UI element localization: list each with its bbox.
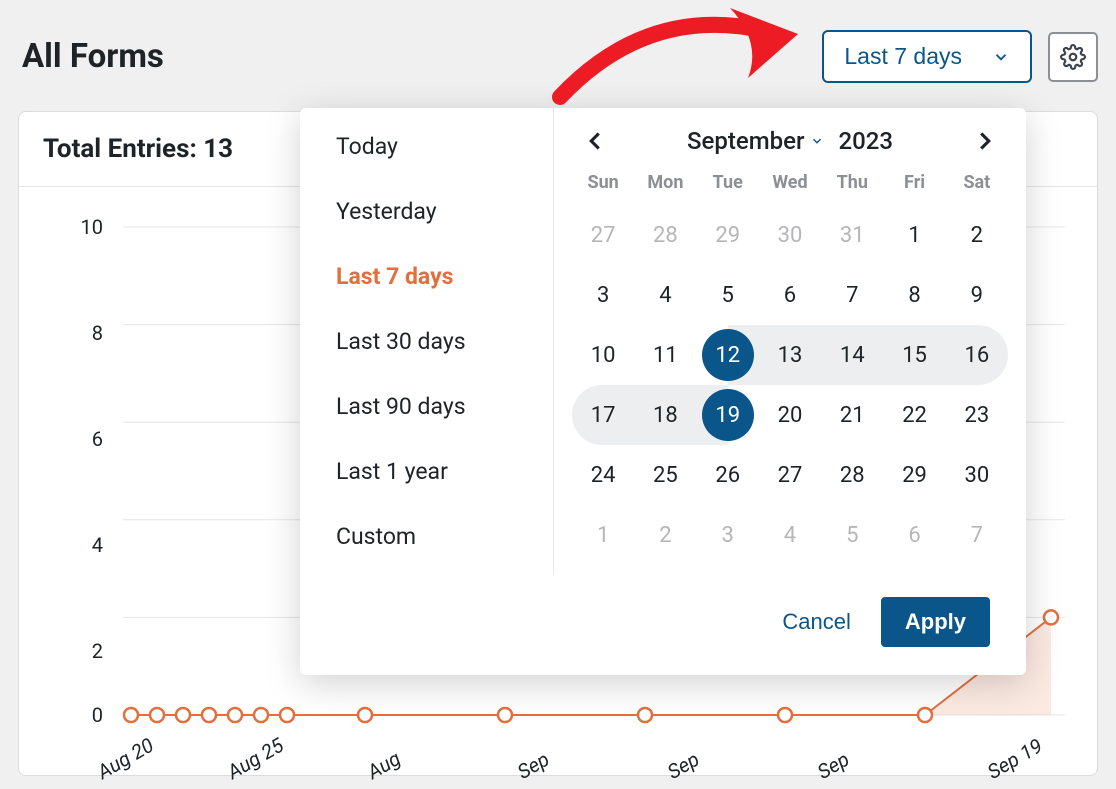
dow-header: Tue [697,160,759,205]
dow-header: Thu [821,160,883,205]
y-tick-label: 2 [75,639,103,663]
preset-last-90-days[interactable]: Last 90 days [300,374,553,439]
dow-header: Fri [883,160,945,205]
calendar-day[interactable]: 28 [821,445,883,505]
calendar-day[interactable]: 25 [634,445,696,505]
calendar-day[interactable]: 29 [697,205,759,265]
settings-button[interactable] [1048,32,1098,82]
calendar-day[interactable]: 21 [821,385,883,445]
apply-button[interactable]: Apply [881,597,990,647]
calendar-day[interactable]: 17 [572,385,634,445]
chevron-down-icon [810,134,824,148]
calendar-day[interactable]: 30 [759,205,821,265]
preset-today[interactable]: Today [300,114,553,179]
y-tick-label: 10 [75,215,103,239]
calendar-day[interactable]: 7 [946,505,1008,565]
calendar-day[interactable]: 7 [821,265,883,325]
calendar-day[interactable]: 19 [697,385,759,445]
page-title: All Forms [22,37,164,76]
calendar-day[interactable]: 14 [821,325,883,385]
gear-icon [1060,44,1086,70]
x-tick-label: Sep [663,747,703,784]
dow-header: Wed [759,160,821,205]
calendar-day[interactable]: 13 [759,325,821,385]
calendar-day[interactable]: 16 [946,325,1008,385]
calendar-grid: SunMonTueWedThuFriSat2728293031123456789… [572,160,1008,565]
calendar-day[interactable]: 5 [821,505,883,565]
preset-custom[interactable]: Custom [300,504,553,569]
preset-last-30-days[interactable]: Last 30 days [300,309,553,374]
calendar-day[interactable]: 4 [759,505,821,565]
calendar-day[interactable]: 24 [572,445,634,505]
x-tick-label: Sep [513,747,553,784]
y-tick-label: 4 [75,533,103,557]
x-tick-label: Aug [363,746,405,784]
calendar-day[interactable]: 2 [634,505,696,565]
date-preset-list: TodayYesterdayLast 7 daysLast 30 daysLas… [300,108,554,575]
calendar-day[interactable]: 26 [697,445,759,505]
month-label: September [687,127,804,155]
calendar: September 2023 SunMonTueWedThuFriSat2728… [554,108,1026,575]
prev-month-button[interactable] [580,126,610,156]
preset-yesterday[interactable]: Yesterday [300,179,553,244]
x-tick-label: Sep [813,747,853,784]
calendar-day[interactable]: 18 [634,385,696,445]
date-range-dropdown[interactable]: Last 7 days [822,30,1032,83]
preset-last-7-days[interactable]: Last 7 days [300,244,553,309]
next-month-button[interactable] [970,126,1000,156]
dow-header: Sun [572,160,634,205]
calendar-day[interactable]: 6 [759,265,821,325]
calendar-day[interactable]: 8 [883,265,945,325]
total-entries-value: 13 [203,134,233,164]
y-tick-label: 6 [75,427,103,451]
calendar-day[interactable]: 30 [946,445,1008,505]
dow-header: Sat [946,160,1008,205]
calendar-day[interactable]: 27 [572,205,634,265]
y-tick-label: 0 [75,703,103,727]
calendar-day[interactable]: 9 [946,265,1008,325]
calendar-day[interactable]: 29 [883,445,945,505]
calendar-day[interactable]: 6 [883,505,945,565]
cancel-button[interactable]: Cancel [782,609,850,635]
month-select[interactable]: September [687,127,824,155]
calendar-day[interactable]: 2 [946,205,1008,265]
calendar-day[interactable]: 1 [572,505,634,565]
calendar-day[interactable]: 22 [883,385,945,445]
calendar-day[interactable]: 31 [821,205,883,265]
calendar-day[interactable]: 10 [572,325,634,385]
calendar-day[interactable]: 23 [946,385,1008,445]
calendar-day[interactable]: 4 [634,265,696,325]
chevron-down-icon [992,48,1010,66]
calendar-day[interactable]: 1 [883,205,945,265]
calendar-day[interactable]: 12 [697,325,759,385]
calendar-day[interactable]: 3 [572,265,634,325]
date-picker-popover: TodayYesterdayLast 7 daysLast 30 daysLas… [300,108,1026,675]
calendar-day[interactable]: 20 [759,385,821,445]
calendar-day[interactable]: 28 [634,205,696,265]
y-tick-label: 8 [75,321,103,345]
calendar-day[interactable]: 11 [634,325,696,385]
calendar-day[interactable]: 5 [697,265,759,325]
dow-header: Mon [634,160,696,205]
calendar-day[interactable]: 27 [759,445,821,505]
preset-last-1-year[interactable]: Last 1 year [300,439,553,504]
year-label: 2023 [838,127,893,155]
date-range-label: Last 7 days [844,43,962,70]
calendar-day[interactable]: 3 [697,505,759,565]
calendar-day[interactable]: 15 [883,325,945,385]
card-title-prefix: Total Entries: [43,134,203,164]
